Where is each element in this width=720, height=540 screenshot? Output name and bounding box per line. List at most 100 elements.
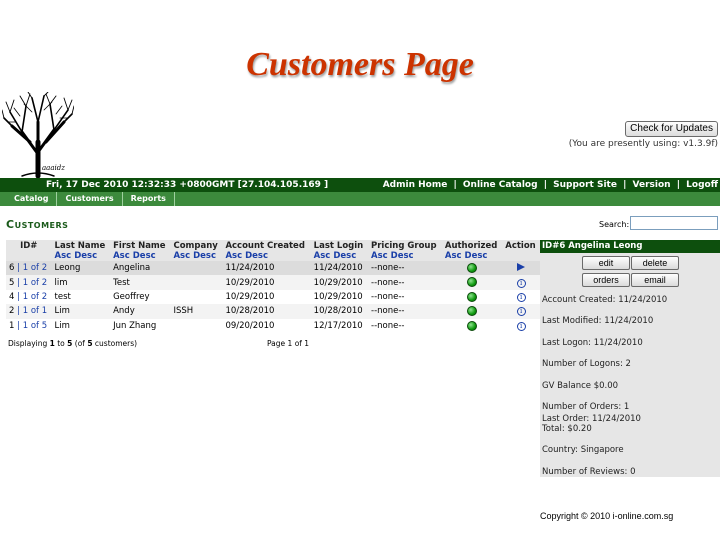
last-name: Lim [54,320,70,331]
sort-asc-link[interactable]: Asc [55,251,72,261]
account-created-cell: 10/28/2010 [222,304,311,319]
edit-button[interactable]: edit [582,256,630,270]
last-name-cell: lim [51,275,111,290]
pricing-group: --none-- [371,320,405,331]
logoff-link[interactable]: Logoff [686,180,718,190]
authorized-cell [441,318,503,333]
first-name-cell: Test [110,275,171,290]
sort-asc-link[interactable]: Asc [113,251,130,261]
id-separator: | [17,277,20,288]
column-header-action: Action [502,240,540,251]
info-icon[interactable]: i [516,321,526,331]
first-name-cell: Jun Zhang [110,318,171,333]
table-row[interactable]: 6 | 1 of 2 Leong Angelina 11/24/2010 11/24/2… [6,261,540,276]
table-row[interactable]: 5 | 1 of 2 lim Test 10/29/2010 10/29/2010 --n… [6,275,540,290]
link-separator: | [676,180,681,190]
admin-screenshot: aaaidz Check for Updates (You are presen… [0,92,720,477]
sort-desc-link[interactable]: Desc [465,251,488,261]
sort-desc-link[interactable]: Desc [193,251,216,261]
customer-info-panel: ID#6 Angelina Leong edit delete orders e… [540,240,720,477]
search-label: Search: [599,220,630,229]
last-login: 11/24/2010 [313,263,363,274]
address-book-link[interactable]: 1 of 2 [23,292,47,302]
logo-caption: aaaidz [42,164,65,172]
action-cell: i [502,289,540,305]
action-cell [502,261,540,276]
online-catalog-link[interactable]: Online Catalog [463,180,538,190]
check-updates-button[interactable]: Check for Updates [625,121,718,137]
address-book-link[interactable]: 1 of 1 [23,306,47,316]
delete-button[interactable]: delete [631,256,679,270]
sort-cell-account-created: Asc Desc [222,251,311,261]
menu-customers[interactable]: Customers [57,192,123,206]
company-cell [170,289,223,305]
sort-desc-link[interactable]: Desc [391,251,414,261]
search-input[interactable] [630,216,718,230]
first-name-cell: Andy [110,304,171,319]
authorized-status-icon[interactable] [467,291,478,302]
admin-home-link[interactable]: Admin Home [383,180,448,190]
account-created: 09/20/2010 [225,320,275,331]
account-created: Account Created: 11/24/2010 [542,295,668,305]
pricing-group-cell: --none-- [368,289,442,305]
sort-asc-link[interactable]: Asc [371,251,388,261]
column-header-first-name: First Name [110,240,171,251]
company-cell: ISSH [170,304,223,319]
info-icon[interactable]: i [516,278,526,288]
info-icon[interactable]: i [516,292,526,302]
sort-desc-link[interactable]: Desc [333,251,356,261]
account-created-cell: 11/24/2010 [222,261,311,276]
id-separator: | [17,306,20,317]
number-of-orders: Number of Orders: 1 [542,402,630,412]
account-created: 11/24/2010 [225,263,275,274]
authorized-status-icon[interactable] [467,262,478,273]
email-button[interactable]: email [631,273,679,287]
action-cell: i [502,275,540,290]
customer-id: 2 [9,306,15,317]
id-cell: 2 | 1 of 1 [6,304,52,319]
sort-cell-pricing-group: Asc Desc [368,251,442,261]
arrow-icon[interactable] [517,262,526,271]
sort-asc-link[interactable]: Asc [314,251,331,261]
column-header-last-name: Last Name [51,240,111,251]
sort-asc-link[interactable]: Asc [445,251,462,261]
address-book-link[interactable]: 1 of 2 [23,263,47,273]
order-total: Total: $0.20 [542,424,592,434]
authorized-status-icon[interactable] [467,306,478,317]
link-separator: | [453,180,457,190]
first-name-cell: Angelina [110,261,171,276]
link-separator: | [543,180,547,190]
column-header-company: Company [170,240,223,251]
sort-asc-link[interactable]: Asc [225,251,242,261]
panel-title: ID#6 Angelina Leong [540,240,720,253]
id-separator: | [17,320,20,331]
table-row[interactable]: 4 | 1 of 2 test Geoffrey 10/29/2010 10/29/20… [6,289,540,305]
last-name-cell: Lim [51,304,111,319]
table-row[interactable]: 2 | 1 of 1 Lim Andy ISSH 10/28/2010 10/28/201… [6,304,540,319]
pricing-group-cell: --none-- [368,318,442,333]
main-menu: Catalog Customers Reports [0,192,720,206]
records-summary: Displaying 1 to 5 (of 5 customers) [8,339,137,348]
customer-id: 4 [9,291,15,302]
sort-asc-link[interactable]: Asc [173,251,190,261]
account-created: 10/28/2010 [225,306,275,317]
account-created-cell: 10/29/2010 [222,275,311,290]
menu-reports[interactable]: Reports [123,192,175,206]
info-icon[interactable]: i [516,307,526,317]
address-book-link[interactable]: 1 of 5 [23,321,47,331]
first-name: Geoffrey [113,291,150,302]
sort-desc-link[interactable]: Desc [245,251,268,261]
last-name-cell: Lim [51,318,111,333]
orders-button[interactable]: orders [582,273,630,287]
sort-desc-link[interactable]: Desc [133,251,156,261]
address-book-link[interactable]: 1 of 2 [23,278,47,288]
sort-desc-link[interactable]: Desc [74,251,97,261]
support-site-link[interactable]: Support Site [553,180,617,190]
authorized-status-icon[interactable] [467,277,478,288]
menu-catalog[interactable]: Catalog [0,192,58,206]
authorized-status-icon[interactable] [467,320,478,331]
column-header-account-created: Account Created [222,240,311,251]
version-link[interactable]: Version [633,180,671,190]
table-row[interactable]: 1 | 1 of 5 Lim Jun Zhang 09/20/2010 12/17/20… [6,318,540,333]
country: Country: Singapore [542,445,624,455]
